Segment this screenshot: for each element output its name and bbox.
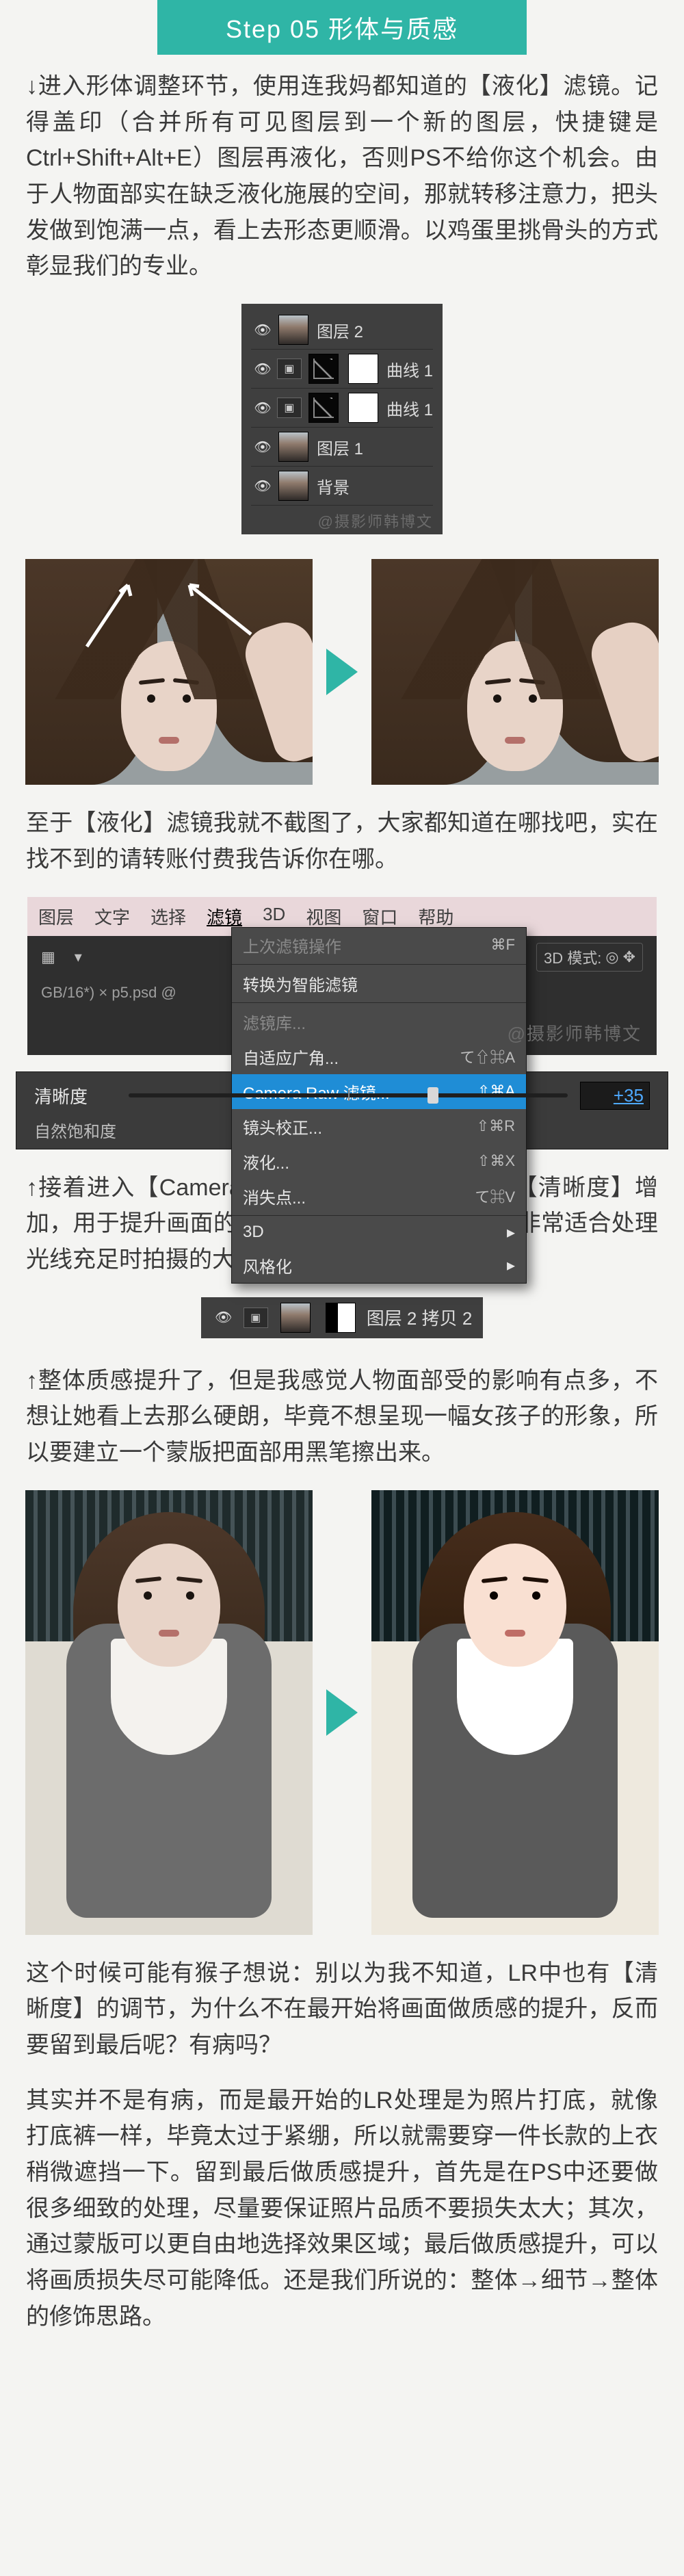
layer-thumb (280, 1303, 311, 1333)
menu-item[interactable]: 文字 (94, 904, 130, 929)
clarity-label: 清晰度 (34, 1083, 116, 1108)
dropdown-item-label: 自适应广角... (243, 1045, 339, 1069)
dropdown-item[interactable]: 消失点... て⌘V (232, 1179, 526, 1214)
dropdown-item-label: 风格化 (243, 1253, 292, 1277)
visibility-icon[interactable]: 👁 (251, 320, 274, 339)
dropdown-item-label: Camera Raw 滤镜... (243, 1080, 390, 1104)
watermark-2: @摄影师韩博文 (508, 1020, 642, 1045)
shortcut-label: ⇧⌘R (477, 1117, 515, 1135)
menu-separator (232, 964, 526, 965)
layer-name: 背景 (314, 474, 433, 498)
layer-mask-thumb (326, 1303, 356, 1333)
menu-item[interactable]: 视图 (306, 904, 341, 929)
menu-item[interactable]: 3D (263, 904, 285, 929)
layer-row[interactable]: 👁 图层 2 (251, 311, 433, 350)
mask-thumb (348, 354, 378, 384)
layer-thumb (278, 432, 308, 462)
photo-before-head (25, 559, 313, 785)
visibility-icon[interactable]: 👁 (251, 398, 274, 417)
menu-item[interactable]: 窗口 (362, 904, 397, 929)
layer-row[interactable]: 👁 ▣ 曲线 1 (251, 389, 433, 428)
shortcut-label: ⇧⌘X (477, 1152, 515, 1170)
filter-dropdown[interactable]: 上次滤镜操作 ⌘F 转换为智能滤镜滤镜库... 自适应广角... て⇧⌘A Camera … (231, 927, 527, 1284)
layer-row[interactable]: 👁 背景 (251, 467, 433, 506)
arrow-icon (326, 649, 358, 695)
smartfilter-icon: ▣ (244, 1307, 268, 1328)
paragraph-2: 至于【液化】滤镜我就不截图了，大家都知道在哪找吧，实在找不到的请转账付费我告诉你… (0, 805, 684, 877)
layer-name: 曲线 1 (384, 396, 433, 420)
visibility-icon[interactable]: 👁 (251, 476, 274, 495)
ps-filter-menu: 图层文字选择滤镜3D视图窗口帮助 ▦ ▾ 3D 模式: ◎ ✥ GB/16*) … (27, 897, 657, 1055)
dropdown-item-label: 上次滤镜操作 (243, 933, 341, 957)
menu-item[interactable]: 选择 (150, 904, 186, 929)
layer-name: 图层 2 (314, 318, 433, 342)
arrow-icon (326, 1689, 358, 1736)
dropdown-item[interactable]: 转换为智能滤镜 (232, 966, 526, 1001)
step-header: Step 05 形体与质感 (157, 0, 527, 55)
layer-thumb (278, 471, 308, 501)
photo-after-head (371, 559, 659, 785)
dropdown-item[interactable]: 液化... ⇧⌘X (232, 1144, 526, 1179)
curves-thumb (308, 354, 339, 384)
layers-panel: 👁 图层 2 👁 ▣ 曲线 1 👁 ▣ 曲线 1 👁 图层 1 👁 背景 (241, 304, 443, 534)
dropdown-item-label: 镜头校正... (243, 1115, 322, 1139)
grid-icon: ▦ (41, 948, 55, 966)
dropdown-item-label: 3D (243, 1223, 264, 1242)
3d-mode-label: 3D 模式: (544, 946, 601, 968)
dropdown-item[interactable]: 自适应广角... て⇧⌘A (232, 1039, 526, 1074)
layer-name: 曲线 1 (384, 357, 433, 381)
paragraph-6: 其实并不是有病，而是最开始的LR处理是为照片打底，就像打底裤一样，毕竟太过于紧绷… (0, 2083, 684, 2335)
shortcut-label: て⌘V (475, 1185, 515, 1207)
watermark-1: @摄影师韩博文 (251, 510, 433, 532)
menu-item[interactable]: 图层 (38, 904, 74, 929)
layer-name: 图层 1 (314, 435, 433, 459)
dropdown-item-label: 滤镜库... (243, 1010, 306, 1034)
layer-strip: 👁 ▣ 图层 2 拷贝 2 (201, 1297, 484, 1338)
dropdown-item[interactable]: 镜头校正... ⇧⌘R (232, 1109, 526, 1144)
orbit-icon: ◎ (605, 948, 618, 966)
layer-row[interactable]: 👁 ▣ 曲线 1 (251, 350, 433, 389)
menu-item[interactable]: 滤镜 (207, 904, 242, 929)
menu-separator (232, 1215, 526, 1216)
dropdown-item-label: 转换为智能滤镜 (243, 972, 358, 996)
dropdown-item: 滤镜库... (232, 1004, 526, 1039)
dropdown-item[interactable]: Camera Raw 滤镜... ⇧⌘A (232, 1074, 526, 1109)
dropdown-item: 上次滤镜操作 ⌘F (232, 928, 526, 963)
shortcut-label: ⇧⌘A (477, 1082, 515, 1100)
clarity-slider[interactable] (129, 1093, 568, 1097)
curves-thumb (308, 393, 339, 423)
pan-icon: ✥ (623, 948, 635, 966)
dropdown-item[interactable]: 风格化 (232, 1248, 526, 1283)
layer-row[interactable]: 👁 图层 1 (251, 428, 433, 467)
paragraph-5: 这个时候可能有猴子想说：别以为我不知道，LR中也有【清晰度】的调节，为什么不在最… (0, 1955, 684, 2064)
adjustment-icon: ▣ (277, 359, 302, 379)
adjustment-icon: ▣ (277, 398, 302, 418)
mask-thumb (348, 393, 378, 423)
visibility-icon[interactable]: 👁 (212, 1308, 235, 1327)
shortcut-label: て⇧⌘A (460, 1045, 515, 1067)
paragraph-1: ↓进入形体调整环节，使用连我妈都知道的【液化】滤镜。记得盖印（合并所有可见图层到… (0, 68, 684, 285)
paragraph-4: ↑整体质感提升了，但是我感觉人物面部受的影响有点多，不想让她看上去那么硬朗，毕竟… (0, 1363, 684, 1471)
3d-mode-button[interactable]: 3D 模式: ◎ ✥ (536, 943, 643, 972)
dropdown-item[interactable]: 3D (232, 1217, 526, 1248)
compare-full (0, 1490, 684, 1935)
menu-separator (232, 1002, 526, 1003)
dropdown-item-label: 消失点... (243, 1184, 306, 1208)
visibility-icon[interactable]: 👁 (251, 359, 274, 378)
photo-after-full (371, 1490, 659, 1935)
layer-thumb (278, 315, 308, 345)
dropdown-item-label: 液化... (243, 1149, 289, 1173)
shortcut-label: ⌘F (491, 936, 515, 954)
photo-before-full (25, 1490, 313, 1935)
layer-strip-name: 图层 2 拷贝 2 (367, 1305, 473, 1330)
clarity-value[interactable]: +35 (580, 1082, 650, 1110)
visibility-icon[interactable]: 👁 (251, 437, 274, 456)
compare-head (0, 559, 684, 785)
menu-item[interactable]: 帮助 (418, 904, 453, 929)
